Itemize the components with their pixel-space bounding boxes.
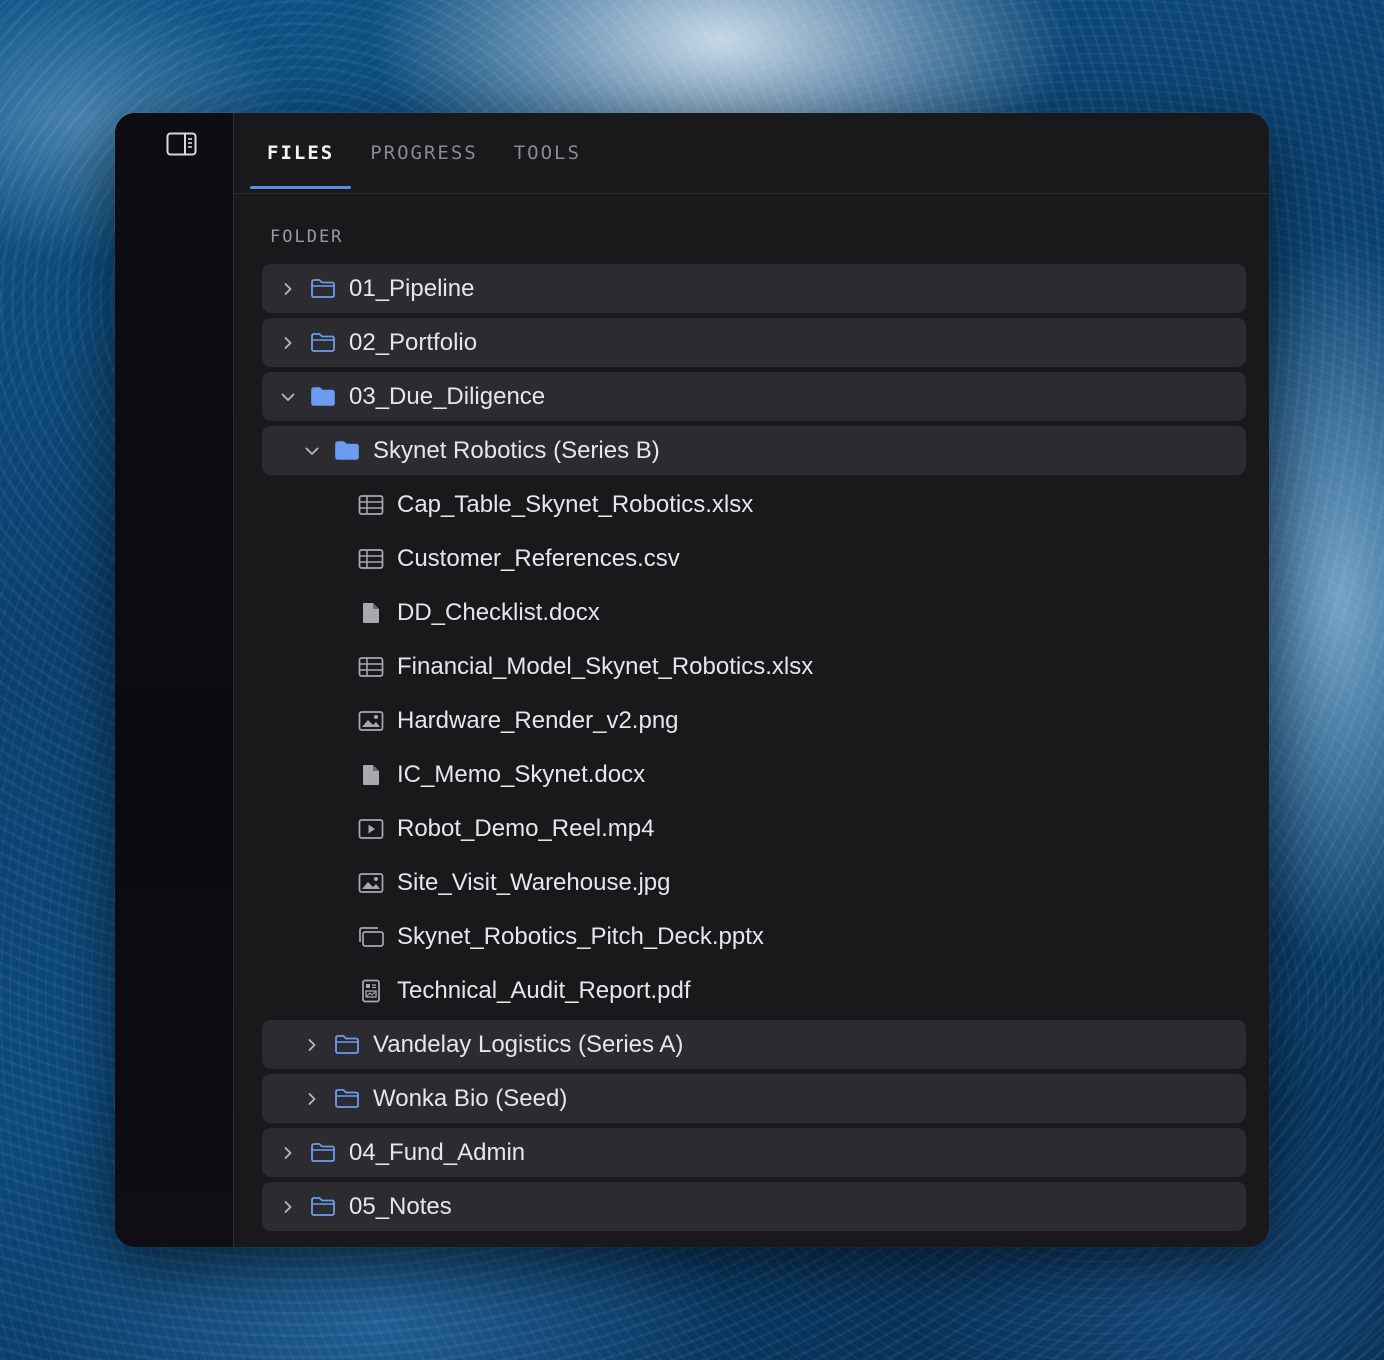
file-name: Robot_Demo_Reel.mp4 [397, 814, 655, 842]
folder-row-vandelay-logistics-series-a[interactable]: Vandelay Logistics (Series A) [262, 1020, 1246, 1069]
video-icon [357, 817, 385, 841]
folder-filled-icon [309, 385, 337, 409]
folder-outline-icon [309, 1195, 337, 1219]
file-name: DD_Checklist.docx [397, 598, 600, 626]
chevron-down-icon[interactable] [275, 384, 301, 410]
folder-outline-icon [309, 277, 337, 301]
tab-tools[interactable]: TOOLS [497, 113, 598, 193]
chevron-right-icon[interactable] [275, 1140, 301, 1166]
chevron-right-icon[interactable] [299, 1032, 325, 1058]
tab-files[interactable]: FILES [250, 113, 352, 193]
folder-outline-icon [309, 1141, 337, 1165]
document-icon [357, 601, 385, 625]
folder-name: 04_Fund_Admin [349, 1138, 526, 1166]
spreadsheet-icon [357, 493, 385, 517]
file-row-dd-checklist-docx[interactable]: DD_Checklist.docx [262, 588, 1246, 637]
file-row-hardware-render-v2-png[interactable]: Hardware_Render_v2.png [262, 696, 1246, 745]
image-icon [357, 709, 385, 733]
folder-row-wonka-bio-seed[interactable]: Wonka Bio (Seed) [262, 1074, 1246, 1123]
file-row-cap-table-skynet-robotics-xlsx[interactable]: Cap_Table_Skynet_Robotics.xlsx [262, 480, 1246, 529]
file-name: Financial_Model_Skynet_Robotics.xlsx [397, 652, 814, 680]
folder-row-skynet-robotics-series-b[interactable]: Skynet Robotics (Series B) [262, 426, 1246, 475]
file-name: Skynet_Robotics_Pitch_Deck.pptx [397, 922, 764, 950]
folder-name: Wonka Bio (Seed) [373, 1084, 568, 1112]
folder-section-label: FOLDER [270, 227, 344, 247]
image-icon [357, 871, 385, 895]
folder-row-05-notes[interactable]: 05_Notes [262, 1182, 1246, 1231]
file-tree: 01_Pipeline 02_Portfolio 03_Due_Diligence S… [262, 264, 1246, 1236]
file-row-ic-memo-skynet-docx[interactable]: IC_Memo_Skynet.docx [262, 750, 1246, 799]
file-name: Customer_References.csv [397, 544, 680, 572]
folder-row-03-due-diligence[interactable]: 03_Due_Diligence [262, 372, 1246, 421]
main-panel: FILES PROGRESS TOOLS FOLDER 01_Pipeline 0… [234, 113, 1269, 1247]
file-row-skynet-robotics-pitch-deck-pptx[interactable]: Skynet_Robotics_Pitch_Deck.pptx [262, 912, 1246, 961]
pdf-icon [357, 979, 385, 1003]
folder-name: 05_Notes [349, 1192, 452, 1220]
folder-outline-icon [333, 1033, 361, 1057]
tab-progress[interactable]: PROGRESS [353, 113, 495, 193]
chevron-down-icon[interactable] [299, 438, 325, 464]
file-row-technical-audit-report-pdf[interactable]: Technical_Audit_Report.pdf [262, 966, 1246, 1015]
folder-name: 01_Pipeline [349, 274, 475, 302]
folder-row-01-pipeline[interactable]: 01_Pipeline [262, 264, 1246, 313]
folder-filled-icon [333, 439, 361, 463]
chevron-right-icon[interactable] [299, 1086, 325, 1112]
folder-row-04-fund-admin[interactable]: 04_Fund_Admin [262, 1128, 1246, 1177]
folder-outline-icon [333, 1087, 361, 1111]
file-name: Site_Visit_Warehouse.jpg [397, 868, 671, 896]
folder-outline-icon [309, 331, 337, 355]
file-name: Hardware_Render_v2.png [397, 706, 679, 734]
folder-row-02-portfolio[interactable]: 02_Portfolio [262, 318, 1246, 367]
document-icon [357, 763, 385, 787]
chevron-right-icon[interactable] [275, 330, 301, 356]
file-row-financial-model-skynet-robotics-xlsx[interactable]: Financial_Model_Skynet_Robotics.xlsx [262, 642, 1246, 691]
folder-name: Skynet Robotics (Series B) [373, 436, 660, 464]
file-name: Technical_Audit_Report.pdf [397, 976, 691, 1004]
file-row-customer-references-csv[interactable]: Customer_References.csv [262, 534, 1246, 583]
chevron-right-icon[interactable] [275, 1194, 301, 1220]
file-row-site-visit-warehouse-jpg[interactable]: Site_Visit_Warehouse.jpg [262, 858, 1246, 907]
file-name: Cap_Table_Skynet_Robotics.xlsx [397, 490, 754, 518]
chevron-right-icon[interactable] [275, 276, 301, 302]
folder-name: Vandelay Logistics (Series A) [373, 1030, 684, 1058]
file-row-robot-demo-reel-mp4[interactable]: Robot_Demo_Reel.mp4 [262, 804, 1246, 853]
folder-name: 03_Due_Diligence [349, 382, 546, 410]
side-rail [115, 113, 234, 1247]
file-name: IC_Memo_Skynet.docx [397, 760, 646, 788]
sidebar-toggle-icon [166, 132, 196, 156]
folder-name: 02_Portfolio [349, 328, 478, 356]
spreadsheet-icon [357, 655, 385, 679]
spreadsheet-icon [357, 547, 385, 571]
slides-icon [357, 925, 385, 949]
file-browser-window: FILES PROGRESS TOOLS FOLDER 01_Pipeline 0… [115, 113, 1269, 1247]
tab-bar: FILES PROGRESS TOOLS [234, 113, 1269, 194]
sidebar-toggle-button[interactable] [165, 131, 197, 157]
